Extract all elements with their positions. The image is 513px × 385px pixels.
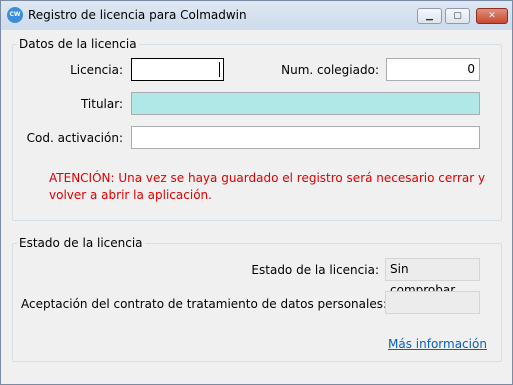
aceptacion-label: Aceptación del contrato de tratamiento d… [21,297,388,311]
more-info-link[interactable]: Más información [388,337,487,351]
estado-value-box: Sin comprobar [385,258,480,297]
license-data-group-title: Datos de la licencia [17,37,139,51]
titular-label: Titular: [80,97,123,111]
cod-activacion-label: Cod. activación: [26,131,123,145]
restart-warning: ATENCIÓN: Una vez se haya guardado el re… [49,171,486,202]
maximize-button[interactable]: ▢ [445,8,470,24]
titular-input[interactable] [131,92,480,115]
close-button[interactable]: ✕ [476,8,508,24]
app-icon: CW [7,7,23,23]
cod-activacion-input[interactable] [131,126,480,149]
estado-label: Estado de la licencia: [251,263,379,277]
minimize-button[interactable]: ▁ [417,8,442,24]
licencia-input[interactable] [131,58,224,81]
license-status-group-title: Estado de la licencia [17,236,145,250]
license-dialog: CW Registro de licencia para Colmadwin ▁… [0,0,513,385]
text-caret [219,62,220,77]
num-colegiado-label: Num. colegiado: [281,63,379,77]
num-colegiado-input[interactable]: 0 [386,58,480,81]
window-title: Registro de licencia para Colmadwin [28,8,247,22]
num-colegiado-value: 0 [467,62,475,76]
licencia-label: Licencia: [70,63,123,77]
title-bar[interactable]: CW Registro de licencia para Colmadwin ▁… [1,1,512,30]
aceptacion-value-box [385,291,480,314]
